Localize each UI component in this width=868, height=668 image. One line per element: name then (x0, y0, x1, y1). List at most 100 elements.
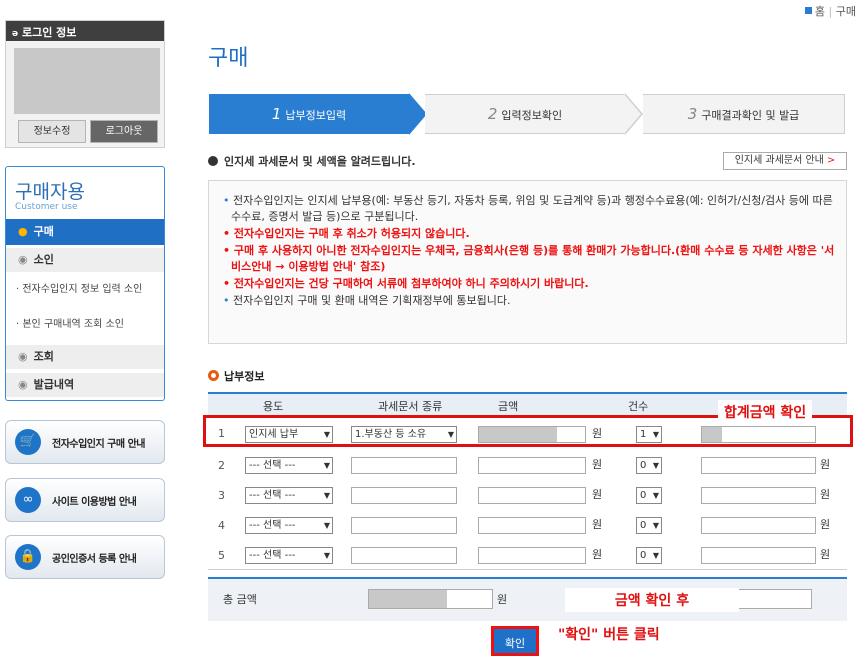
usage-select[interactable]: --- 선택 --- ▼ (245, 457, 333, 474)
sidebar-subitem-input-stamp[interactable]: · 전자수입인지 정보 입력 소인 (6, 282, 164, 297)
table-row: 5 --- 선택 --- ▼ 원 0 ▼ 원 (208, 542, 847, 571)
amount-input[interactable] (478, 517, 586, 534)
won-unit: 원 (592, 548, 603, 561)
count-select[interactable]: 0 ▼ (636, 547, 662, 564)
doc-type-select[interactable] (351, 457, 457, 474)
sidebar-item-label: 구매 (33, 225, 54, 238)
usage-select[interactable]: --- 선택 --- ▼ (245, 517, 333, 534)
side-menu: 구매자용 Customer use ● 구매 ◉ 소인 · 전자수입인지 정보 입력… (5, 166, 165, 401)
page-title: 구매 (208, 46, 249, 71)
sidebar-subitem-label: 본인 구매내역 조회 소인 (22, 319, 124, 330)
tax-doc-guide-button[interactable]: 인지세 과세문서 안내 > (723, 152, 847, 170)
sidebar-item-issue-history[interactable]: ◉ 발급내역 (6, 373, 164, 397)
banner-label: 사이트 이용방법 안내 (52, 497, 137, 508)
sidebar-item-stamp[interactable]: ◉ 소인 (6, 248, 164, 272)
notice-line: • 전자수입인지는 인지세 납부용(예: 부동산 등기, 자동차 등록, 위임 … (223, 194, 833, 223)
bullet-icon: ◉ (18, 378, 28, 391)
won-unit: 원 (820, 548, 831, 561)
notice-heading: 인지세 과세문서 및 세액을 알려드립니다. (208, 153, 416, 169)
lock-icon: 🔒 (15, 544, 41, 570)
banner-cert-guide[interactable]: 🔒 공인인증서 등록 안내 (5, 535, 165, 579)
chevron-right-icon: > (826, 155, 836, 166)
banner-site-guide[interactable]: ∞ 사이트 이용방법 안내 (5, 478, 165, 522)
subtotal-input[interactable] (701, 517, 816, 534)
logout-button[interactable]: 로그아웃 (90, 120, 158, 143)
usage-select[interactable]: --- 선택 --- ▼ (245, 547, 333, 564)
doc-type-select[interactable] (351, 547, 457, 564)
amount-input[interactable] (478, 487, 586, 504)
annotation-click-confirm: "확인" 버튼 클릭 (548, 622, 670, 646)
login-info-area (14, 48, 160, 114)
notice-line: • 전자수입인지는 구매 후 취소가 허용되지 않습니다. (223, 227, 470, 240)
step-2: 2 입력정보확인 (425, 94, 625, 134)
count-select[interactable]: 0 ▼ (636, 487, 662, 504)
won-unit: 원 (592, 458, 603, 471)
home-square-icon (804, 7, 812, 14)
side-menu-subtitle: Customer use (15, 202, 78, 212)
won-unit: 원 (820, 458, 831, 471)
doc-type-select[interactable] (351, 517, 457, 534)
chevron-down-icon: ▼ (323, 551, 330, 560)
step-3: 3 구매결과확인 및 발급 (643, 94, 845, 134)
home-link[interactable]: 홈 (815, 5, 825, 18)
total-count-input[interactable] (736, 589, 812, 609)
notice-line: • 전자수입인지 구매 및 환매 내역은 기획재정부에 통보됩니다. (223, 294, 511, 307)
payment-heading: 납부정보 (208, 368, 264, 384)
payment-heading-text: 납부정보 (224, 370, 265, 383)
annotation-after-check: 금액 확인 후 (565, 588, 739, 612)
chevron-down-icon: ▼ (323, 461, 330, 470)
row-number: 3 (218, 489, 225, 502)
edit-info-button[interactable]: 정보수정 (18, 120, 86, 143)
chevron-down-icon: ▼ (652, 461, 659, 470)
subtotal-input[interactable] (701, 487, 816, 504)
notice-box: • 전자수입인지는 인지세 납부용(예: 부동산 등기, 자동차 등록, 위임 … (208, 180, 847, 344)
step-label: 구매결과확인 및 발급 (701, 109, 800, 122)
usage-select[interactable]: --- 선택 --- ▼ (245, 487, 333, 504)
sidebar-item-label: 발급내역 (33, 378, 75, 391)
sidebar-item-label: 조회 (33, 350, 54, 363)
table-row: 2 --- 선택 --- ▼ 원 0 ▼ 원 (208, 452, 847, 481)
sidebar-subitem-history-stamp[interactable]: · 본인 구매내역 조회 소인 (6, 317, 164, 332)
col-usage: 용도 (263, 400, 284, 413)
top-nav: 홈 | 구매 (804, 3, 856, 19)
bullet-icon: ◉ (18, 350, 28, 363)
count-select[interactable]: 0 ▼ (636, 517, 662, 534)
login-title: 로그인 정보 (21, 26, 77, 39)
confirm-button[interactable]: 확인 (491, 626, 539, 656)
row-number: 4 (218, 519, 225, 532)
bullet-icon: ◉ (18, 253, 28, 266)
step-1: 1 납부정보입력 (209, 94, 409, 134)
won-unit: 원 (592, 518, 603, 531)
step-number: 1 (271, 105, 282, 123)
notice-heading-text: 인지세 과세문서 및 세액을 알려드립니다. (224, 155, 416, 168)
step-arrow-inner (624, 94, 641, 134)
circle-bullet-icon (208, 370, 219, 381)
won-unit: 원 (497, 593, 508, 606)
subtotal-input[interactable] (701, 547, 816, 564)
count-select[interactable]: 0 ▼ (636, 457, 662, 474)
subtotal-input[interactable] (701, 457, 816, 474)
sidebar-item-inquiry[interactable]: ◉ 조회 (6, 345, 164, 369)
won-unit: 원 (820, 518, 831, 531)
amount-input[interactable] (478, 547, 586, 564)
glasses-icon: ∞ (15, 487, 41, 513)
step-label: 입력정보확인 (501, 109, 563, 122)
sidebar-subitem-label: 전자수입인지 정보 입력 소인 (22, 284, 143, 295)
banner-buy-guide[interactable]: 🛒 전자수입인지 구매 안내 (5, 420, 165, 464)
chevron-down-icon: ▼ (652, 491, 659, 500)
guide-button-label: 인지세 과세문서 안내 (734, 155, 824, 166)
side-menu-title: 구매자용 (15, 181, 85, 203)
doc-type-select[interactable] (351, 487, 457, 504)
sidebar-item-label: 소인 (33, 253, 54, 266)
col-amount: 금액 (498, 400, 519, 413)
banner-label: 공인인증서 등록 안내 (52, 554, 137, 565)
buy-link[interactable]: 구매 (836, 5, 856, 18)
amount-input[interactable] (478, 457, 586, 474)
banner-label: 전자수입인지 구매 안내 (52, 439, 145, 450)
won-unit: 원 (592, 488, 603, 501)
sidebar-item-buy[interactable]: ● 구매 (6, 219, 164, 245)
login-box: ə 로그인 정보 정보수정 로그아웃 (5, 20, 165, 148)
chevron-down-icon: ▼ (323, 521, 330, 530)
col-count: 건수 (628, 400, 649, 413)
total-amount-input[interactable] (368, 589, 493, 609)
